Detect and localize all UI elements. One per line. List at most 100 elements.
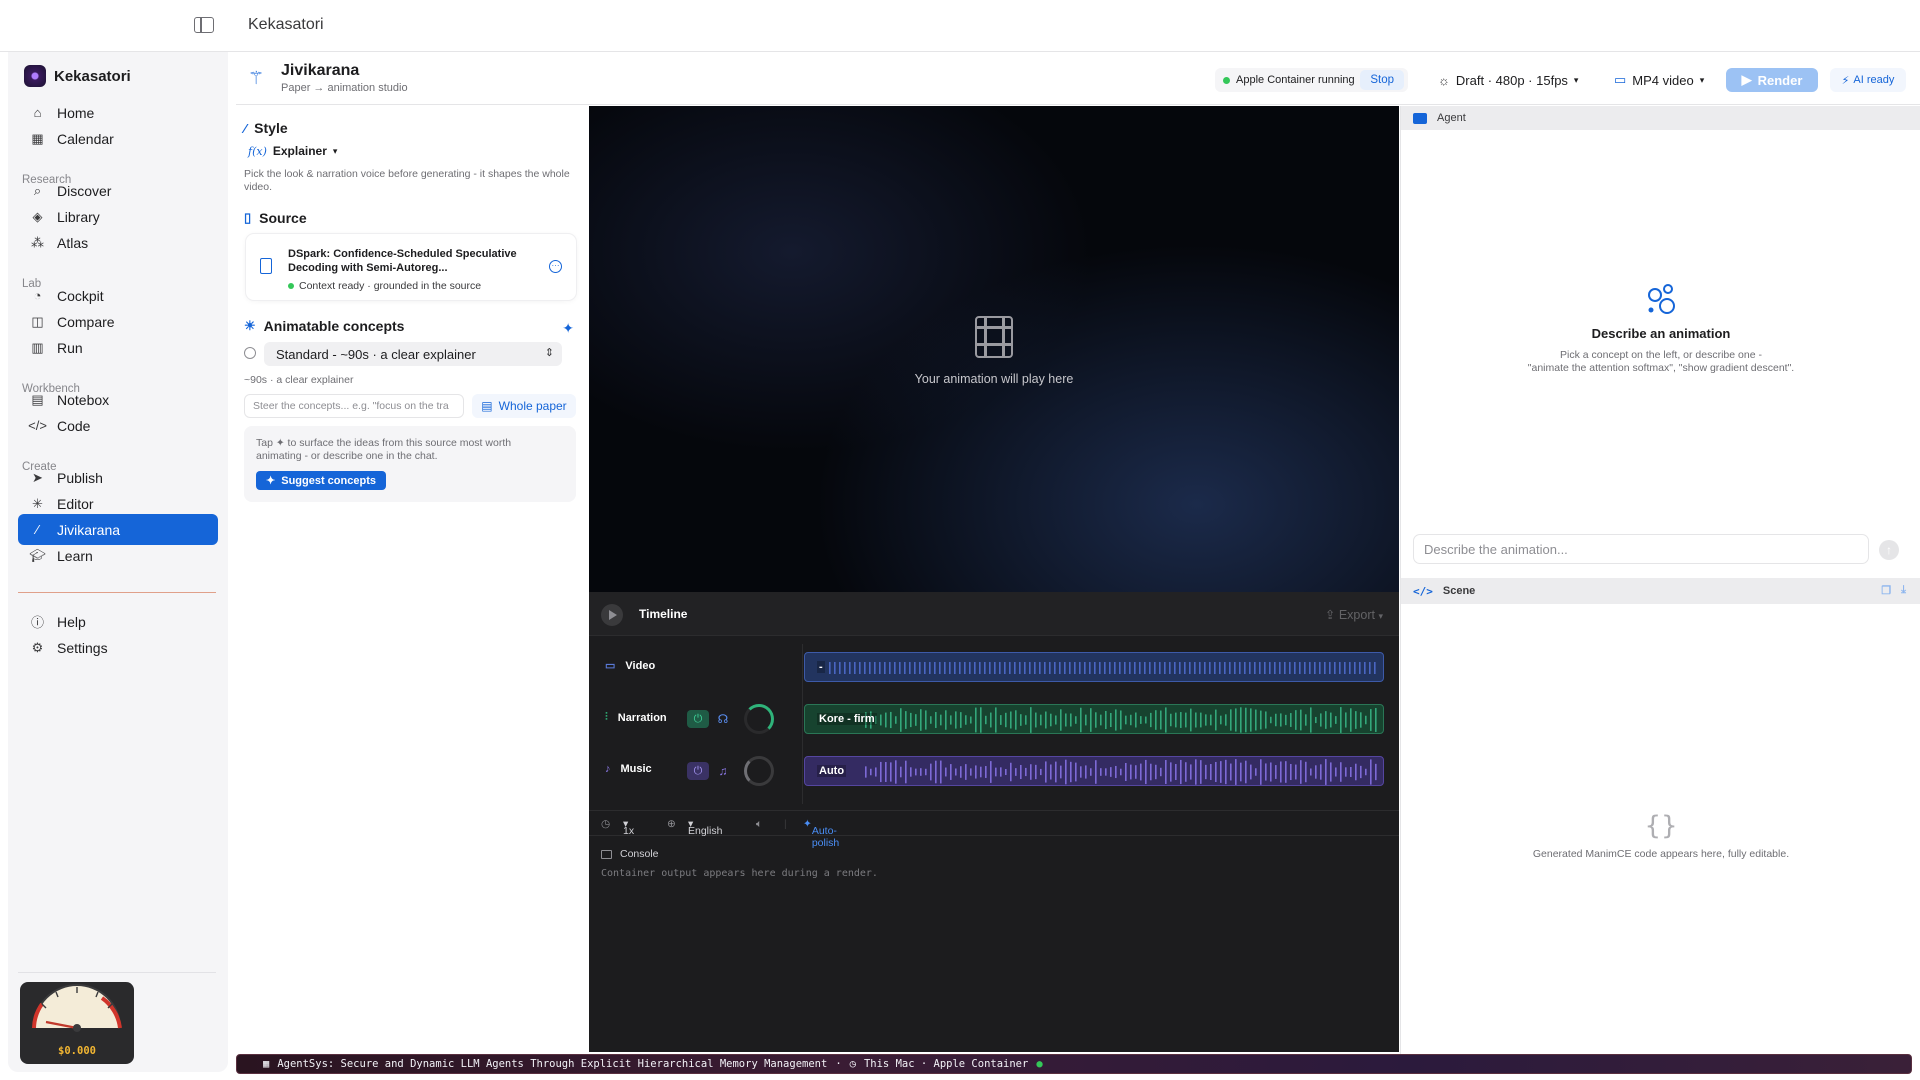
waveform-bar bbox=[1140, 716, 1142, 724]
waveform-bar bbox=[1279, 662, 1281, 674]
chat-input[interactable]: Describe the animation... bbox=[1413, 534, 1869, 564]
waveform-bar bbox=[920, 709, 922, 731]
length-select[interactable]: Standard - ~90s · a clear explainer ⇕ bbox=[264, 342, 562, 366]
video-clip[interactable]: - bbox=[804, 652, 1384, 682]
waveform-bar bbox=[1334, 662, 1336, 674]
timeline-panel: Timeline ⇪ Export ▾ ▭ Video - ⫶ Narratio… bbox=[589, 592, 1399, 1052]
waveform-bar bbox=[1069, 662, 1071, 674]
narration-power-toggle[interactable]: ⏻ bbox=[687, 710, 709, 728]
waveform-bar bbox=[1074, 662, 1076, 674]
sidebar-item-settings[interactable]: ⚙ Settings bbox=[18, 632, 218, 663]
waveform-bar bbox=[929, 662, 931, 674]
source-card[interactable]: DSpark: Confidence-Scheduled Speculative… bbox=[246, 234, 576, 300]
waveform-bar bbox=[1025, 767, 1027, 777]
copy-icon[interactable]: ❐ bbox=[1881, 584, 1891, 597]
waveform-bar bbox=[1220, 761, 1222, 783]
source-status-label: Context ready · grounded in the source bbox=[299, 280, 482, 292]
sidebar-item-atlas[interactable]: ⁂ Atlas bbox=[18, 227, 218, 258]
sidebar-item-calendar[interactable]: ▦ Calendar bbox=[18, 123, 218, 154]
waveform-bar bbox=[1050, 713, 1052, 727]
concepts-heading-label: Animatable concepts bbox=[263, 318, 405, 334]
waveform-bar bbox=[1240, 762, 1242, 782]
preview-placeholder: Your animation will play here bbox=[914, 372, 1074, 386]
sidebar-item-learn[interactable]: 🎓︎ Learn bbox=[18, 540, 218, 571]
waveform-bar bbox=[1330, 762, 1332, 782]
waveform-bar bbox=[839, 662, 841, 674]
animation-preview[interactable]: Your animation will play here bbox=[589, 106, 1399, 592]
music-style-icon[interactable]: ♫ bbox=[713, 761, 733, 781]
waveform-bar bbox=[1264, 662, 1266, 674]
brand[interactable]: Kekasatori bbox=[24, 65, 131, 87]
waveform-bar bbox=[1190, 764, 1192, 780]
waveform-bar bbox=[1144, 662, 1146, 674]
waveform-bar bbox=[995, 767, 997, 777]
export-button[interactable]: ⇪ Export ▾ bbox=[1325, 607, 1383, 622]
narration-clip[interactable]: Kore - firm bbox=[804, 704, 1384, 734]
waveform-bar bbox=[1165, 760, 1167, 784]
music-power-toggle[interactable]: ⏻ bbox=[687, 762, 709, 780]
send-button[interactable]: ↑ bbox=[1879, 540, 1899, 560]
suggest-box: Tap ✦ to surface the ideas from this sou… bbox=[244, 426, 576, 502]
sidebar-item-code[interactable]: </> Code bbox=[18, 410, 218, 441]
graph-icon: ⁂ bbox=[31, 234, 44, 250]
sparkle-icon[interactable]: ✦ bbox=[562, 320, 574, 337]
style-select[interactable]: f(x) Explainer ▾ bbox=[248, 144, 337, 158]
sidebar-toggle-icon[interactable] bbox=[194, 17, 214, 33]
waveform-bar bbox=[939, 662, 941, 674]
toolbar-divider: | bbox=[784, 818, 787, 830]
waveform-bar bbox=[1109, 662, 1111, 674]
waveform-bar bbox=[1089, 662, 1091, 674]
waveform-bar bbox=[1049, 662, 1051, 674]
waveform-bar bbox=[1170, 713, 1172, 727]
music-clip[interactable]: Auto bbox=[804, 756, 1384, 786]
sidebar-item-label: Notebox bbox=[57, 391, 110, 408]
waveform-bar bbox=[1040, 714, 1042, 726]
stop-button[interactable]: Stop bbox=[1360, 70, 1404, 90]
function-icon: f(x) bbox=[248, 144, 267, 158]
suggest-concepts-button[interactable]: ✦ Suggest concepts bbox=[256, 471, 386, 490]
quality-select[interactable]: ☼ Draft · 480p · 15fps ▾ bbox=[1438, 68, 1578, 92]
narration-waveform bbox=[865, 707, 1377, 733]
download-icon[interactable]: ⤓ bbox=[1901, 584, 1906, 597]
waveform-bar bbox=[1290, 763, 1292, 781]
waveform-bar bbox=[1084, 662, 1086, 674]
waveform-bar bbox=[1104, 662, 1106, 674]
format-select[interactable]: ▭ MP4 video ▾ bbox=[1614, 68, 1704, 92]
play-button[interactable] bbox=[601, 604, 623, 626]
speaker-icon[interactable]: 🔈︎ bbox=[756, 818, 762, 831]
speed-select[interactable]: 1x ▾ bbox=[623, 818, 634, 837]
waveform-bar bbox=[1220, 715, 1222, 725]
waveform-bar bbox=[1230, 763, 1232, 781]
sidebar-item-label: Code bbox=[57, 417, 91, 434]
waveform-bar bbox=[1154, 662, 1156, 674]
ai-status-badge[interactable]: ⚡︎ AI ready bbox=[1830, 68, 1906, 92]
waveform-bar bbox=[1215, 761, 1217, 783]
video-waveform bbox=[829, 662, 1376, 674]
status-paper[interactable]: AgentSys: Secure and Dynamic LLM Agents … bbox=[277, 1058, 827, 1070]
whole-paper-button[interactable]: ▤ Whole paper bbox=[472, 394, 576, 418]
track-music: ♪ Music ⏻ ♫ Auto bbox=[589, 744, 1399, 796]
autopolish-toggle[interactable]: ✦ Auto-polish bbox=[803, 818, 839, 849]
music-volume-knob[interactable] bbox=[744, 756, 774, 786]
waveform-bar bbox=[1270, 716, 1272, 724]
cost-gauge[interactable]: $0.000 bbox=[20, 982, 134, 1064]
more-icon[interactable]: ··· bbox=[549, 260, 562, 273]
steer-input[interactable]: Steer the concepts... e.g. "focus on the… bbox=[244, 394, 464, 418]
waveform-bar bbox=[1200, 712, 1202, 728]
language-select[interactable]: English ▾ bbox=[688, 818, 722, 837]
waveform-bar bbox=[894, 662, 896, 674]
waveform-bar bbox=[1005, 712, 1007, 728]
console-output: Container output appears here during a r… bbox=[601, 868, 878, 879]
waveform-bar bbox=[945, 767, 947, 777]
concepts-heading: ☀ Animatable concepts bbox=[244, 318, 404, 334]
waveform-bar bbox=[1194, 662, 1196, 674]
sidebar-item-label: Calendar bbox=[57, 130, 114, 147]
waveform-bar bbox=[1100, 714, 1102, 726]
app-logo-icon bbox=[24, 65, 46, 87]
voice-icon[interactable]: ☊ bbox=[713, 709, 733, 729]
track-label: Narration bbox=[617, 711, 667, 724]
narration-volume-knob[interactable] bbox=[744, 704, 774, 734]
console-label: Console bbox=[620, 848, 659, 860]
render-button[interactable]: ▶ Render bbox=[1726, 68, 1818, 92]
sidebar-item-run[interactable]: ▥ Run bbox=[18, 332, 218, 363]
